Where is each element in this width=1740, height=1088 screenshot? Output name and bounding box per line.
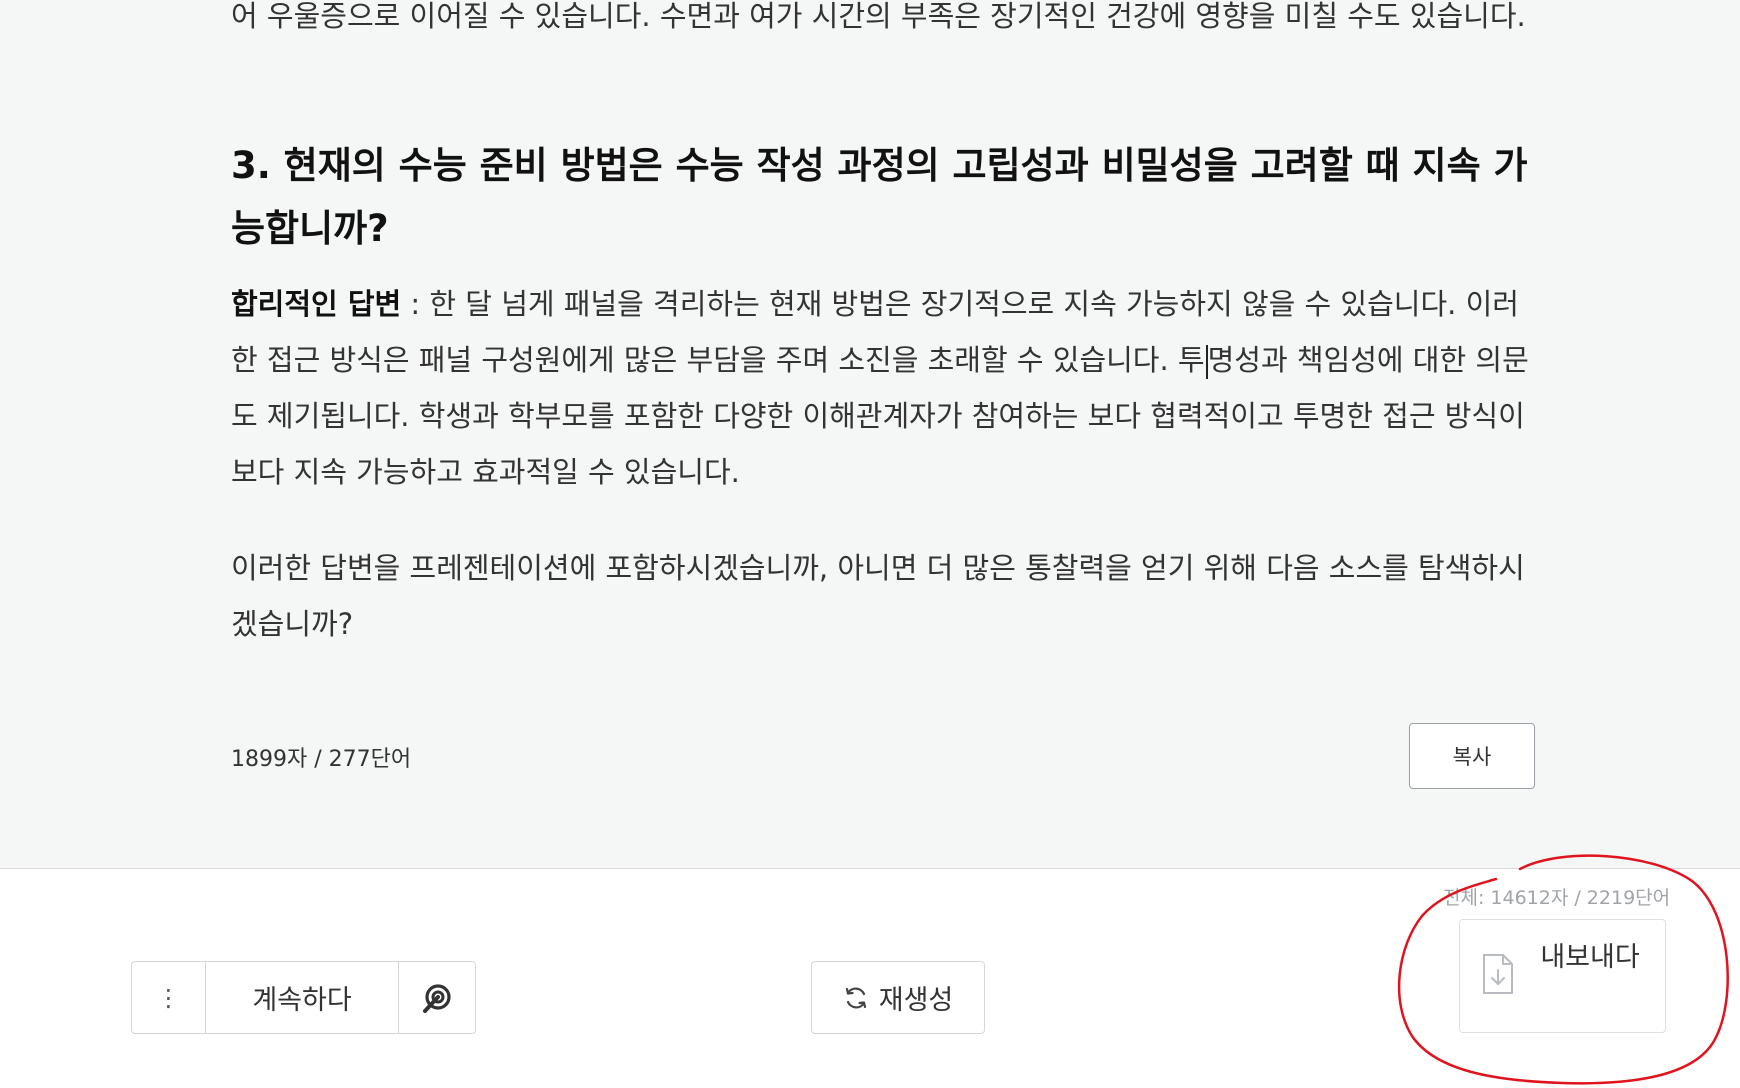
magic-wand-icon xyxy=(423,983,451,1013)
response-panel: 어 우울증으로 이어질 수 있습니다. 수면과 여가 시간의 부족은 장기적인 … xyxy=(0,0,1740,869)
export-label: 내보내다 xyxy=(1540,942,1640,973)
continue-button-group: ⋮ 계속하다 xyxy=(131,961,476,1034)
paragraph-top: 어 우울증으로 이어질 수 있습니다. 수면과 여가 시간의 부족은 장기적인 … xyxy=(231,0,1526,33)
response-word-count: 1899자 / 277단어 xyxy=(231,747,412,772)
follow-up-question: 이러한 답변을 프레젠테이션에 포함하시겠습니까, 아니면 더 많은 통찰력을 … xyxy=(231,551,1525,641)
magic-wand-button[interactable] xyxy=(399,962,475,1033)
more-options-button[interactable]: ⋮ xyxy=(132,962,206,1033)
continue-button[interactable]: 계속하다 xyxy=(206,962,399,1033)
regenerate-label: 재생성 xyxy=(878,985,954,1016)
file-download-icon xyxy=(1483,954,1513,994)
regenerate-button[interactable]: 재생성 xyxy=(811,961,985,1034)
more-vertical-icon: ⋮ xyxy=(156,983,181,1012)
bottom-toolbar: ⋮ 계속하다 재생성 전체: 14612자 / 2219단어 내보내다 xyxy=(0,869,1740,1088)
answer-paragraph: 합리적인 답변 : 한 달 넘게 패널을 격리하는 현재 방법은 장기적으로 지… xyxy=(231,276,1531,500)
section-heading: 3. 현재의 수능 준비 방법은 수능 작성 과정의 고립성과 비밀성을 고려할… xyxy=(231,144,1528,250)
answer-label: 합리적인 답변 xyxy=(231,287,402,321)
copy-button[interactable]: 복사 xyxy=(1409,723,1535,789)
total-word-count: 전체: 14612자 / 2219단어 xyxy=(1443,887,1671,909)
export-button[interactable]: 내보내다 xyxy=(1459,919,1666,1033)
refresh-icon xyxy=(845,987,866,1008)
